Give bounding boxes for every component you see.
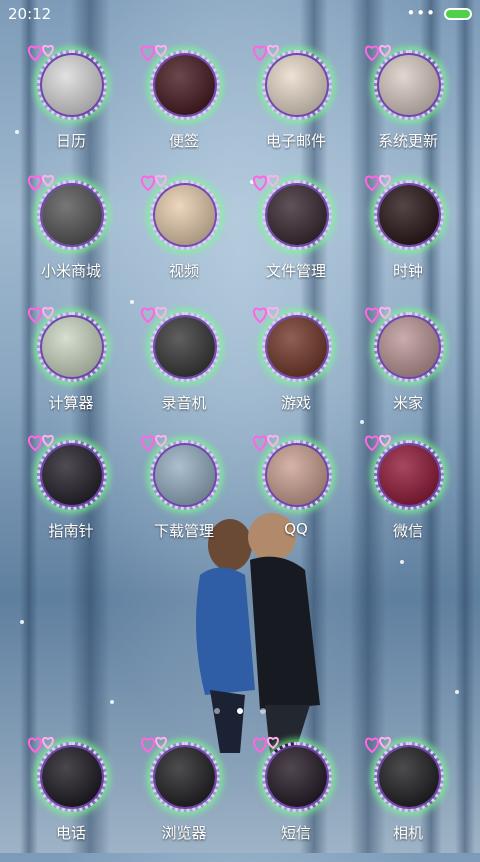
app-mi-store[interactable]: 小米商城 <box>15 174 127 300</box>
app-label: 录音机 <box>161 394 207 412</box>
app-label: 微信 <box>392 522 423 540</box>
hearts-decoration-icon <box>28 174 54 192</box>
app-messages[interactable]: 短信 <box>240 736 352 862</box>
app-mi-home[interactable]: 米家 <box>352 306 464 432</box>
page-dot[interactable] <box>213 708 220 714</box>
app-label: 短信 <box>280 824 311 842</box>
app-phone[interactable]: 电话 <box>15 736 127 862</box>
recorder-icon[interactable] <box>141 306 220 382</box>
app-label: 系统更新 <box>377 132 438 150</box>
hearts-decoration-icon <box>253 44 279 62</box>
app-notes[interactable]: 便签 <box>128 44 240 170</box>
status-bar: 20:12 ••• <box>0 0 480 30</box>
mi-store-icon[interactable] <box>28 174 107 250</box>
file-manager-icon[interactable] <box>253 174 332 250</box>
app-browser[interactable]: 浏览器 <box>128 736 240 862</box>
app-recorder[interactable]: 录音机 <box>128 306 240 432</box>
hearts-decoration-icon <box>253 306 279 324</box>
app-label: 时钟 <box>392 262 423 280</box>
hearts-decoration-icon <box>253 736 279 754</box>
hearts-decoration-icon <box>365 306 391 324</box>
phone-icon[interactable] <box>28 736 107 812</box>
notes-icon[interactable] <box>141 44 220 120</box>
hearts-decoration-icon <box>365 174 391 192</box>
app-label: 小米商城 <box>40 262 101 280</box>
app-label: 日历 <box>55 132 86 150</box>
hearts-decoration-icon <box>365 736 391 754</box>
app-label: QQ <box>284 520 308 538</box>
app-label: 计算器 <box>48 394 94 412</box>
hearts-decoration-icon <box>141 434 167 452</box>
app-video[interactable]: 视频 <box>128 174 240 300</box>
app-qq[interactable]: QQ <box>240 434 352 560</box>
app-label: 文件管理 <box>265 262 326 280</box>
app-label: 指南针 <box>48 522 94 540</box>
mi-home-icon[interactable] <box>365 306 444 382</box>
app-label: 相机 <box>392 824 423 842</box>
wechat-icon[interactable] <box>365 434 444 510</box>
app-label: 游戏 <box>280 394 311 412</box>
compass-icon[interactable] <box>28 434 107 510</box>
calendar-icon[interactable] <box>28 44 107 120</box>
app-updater[interactable]: 系统更新 <box>352 44 464 170</box>
qq-icon[interactable] <box>253 434 332 510</box>
app-file-manager[interactable]: 文件管理 <box>240 174 352 300</box>
hearts-decoration-icon <box>28 306 54 324</box>
app-label: 浏览器 <box>161 824 207 842</box>
hearts-decoration-icon <box>141 174 167 192</box>
hearts-decoration-icon <box>28 44 54 62</box>
app-label: 电子邮件 <box>265 132 326 150</box>
hearts-decoration-icon <box>365 44 391 62</box>
hearts-decoration-icon <box>365 434 391 452</box>
calculator-icon[interactable] <box>28 306 107 382</box>
updater-icon[interactable] <box>365 44 444 120</box>
hearts-decoration-icon <box>141 306 167 324</box>
app-label: 视频 <box>168 262 199 280</box>
app-label: 米家 <box>392 394 423 412</box>
downloads-icon[interactable] <box>141 434 220 510</box>
app-clock[interactable]: 时钟 <box>352 174 464 300</box>
app-label: 电话 <box>55 824 86 842</box>
email-icon[interactable] <box>253 44 332 120</box>
app-camera[interactable]: 相机 <box>352 736 464 862</box>
battery-icon <box>444 8 472 20</box>
games-icon[interactable] <box>253 306 332 382</box>
hearts-decoration-icon <box>253 434 279 452</box>
hearts-decoration-icon <box>253 174 279 192</box>
app-label: 便签 <box>168 132 199 150</box>
app-label: 下载管理 <box>153 522 214 540</box>
app-wechat[interactable]: 微信 <box>352 434 464 560</box>
hearts-decoration-icon <box>28 434 54 452</box>
hearts-decoration-icon <box>28 736 54 754</box>
messages-icon[interactable] <box>253 736 332 812</box>
app-calculator[interactable]: 计算器 <box>15 306 127 432</box>
browser-icon[interactable] <box>141 736 220 812</box>
page-indicator <box>0 699 480 714</box>
app-calendar[interactable]: 日历 <box>15 44 127 170</box>
camera-icon[interactable] <box>365 736 444 812</box>
app-games[interactable]: 游戏 <box>240 306 352 432</box>
page-dot-active[interactable] <box>237 708 243 714</box>
clock-icon[interactable] <box>365 174 444 250</box>
more-indicator-icon: ••• <box>406 4 436 22</box>
hearts-decoration-icon <box>141 736 167 754</box>
status-time: 20:12 <box>8 5 52 23</box>
video-icon[interactable] <box>141 174 220 250</box>
app-compass[interactable]: 指南针 <box>15 434 127 560</box>
app-downloads[interactable]: 下载管理 <box>128 434 240 560</box>
app-email[interactable]: 电子邮件 <box>240 44 352 170</box>
hearts-decoration-icon <box>141 44 167 62</box>
